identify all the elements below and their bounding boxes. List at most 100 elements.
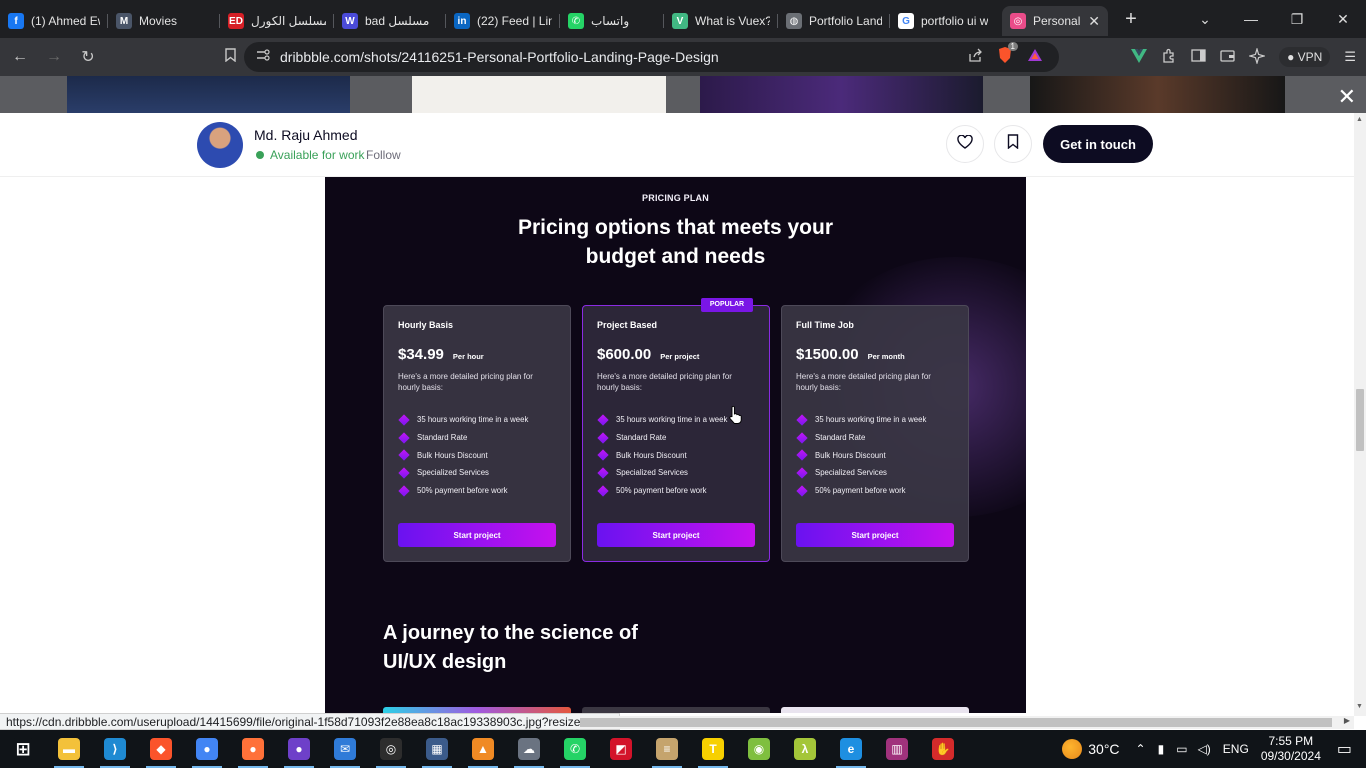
scroll-down-arrow-icon[interactable]: ▼ (1356, 703, 1363, 710)
heading-line: UI/UX design (383, 651, 507, 673)
globe-icon: ◍ (786, 13, 802, 29)
feature-item: Standard Rate (796, 429, 954, 447)
taskbar-winrar-icon[interactable]: ▥ (874, 730, 920, 768)
close-modal-icon[interactable]: ✕ (1338, 84, 1356, 110)
taskbar-github-desktop-icon[interactable]: ● (276, 730, 322, 768)
taskbar-firefox-icon[interactable]: ● (230, 730, 276, 768)
background-shot-thumbnail[interactable] (700, 76, 983, 113)
browser-tab[interactable]: Wbad مسلسل (334, 6, 446, 36)
network-icon[interactable]: ▭ (1176, 742, 1187, 756)
vue-devtools-icon[interactable] (1131, 48, 1148, 66)
reload-button[interactable]: ↻ (74, 47, 102, 67)
taskbar-davinci-icon[interactable]: ▦ (414, 730, 460, 768)
menu-icon[interactable]: ☰ (1344, 49, 1356, 65)
avatar[interactable] (197, 122, 243, 168)
forward-button[interactable]: → (40, 48, 68, 66)
feature-text: Bulk Hours Discount (815, 450, 886, 460)
taskbar-amd-icon[interactable]: ◩ (598, 730, 644, 768)
usb-icon[interactable]: ▮ (1158, 742, 1165, 756)
tab-title: (22) Feed | Lin (477, 14, 552, 28)
restore-button[interactable]: ❐ (1274, 11, 1320, 28)
feature-item: Specialized Services (597, 464, 755, 482)
vscode-glyph-icon: ⟩ (104, 738, 126, 760)
taskbar-chrome-icon[interactable]: ● (184, 730, 230, 768)
taskbar-books-icon[interactable]: ≡ (644, 730, 690, 768)
dribbble-icon: ◎ (1010, 13, 1026, 29)
browser-tab[interactable]: ✆ واتساب (560, 6, 664, 36)
browser-tab[interactable]: in (22) Feed | Lin (446, 6, 560, 36)
taskbar-app-cloud-icon[interactable]: ☁ (506, 730, 552, 768)
shot-header: Md. Raju Ahmed Available for work Follow… (0, 113, 1354, 177)
show-hidden-icons-icon[interactable]: ⌃ (1136, 742, 1146, 756)
taskbar-whatsapp-icon[interactable]: ✆ (552, 730, 598, 768)
weather-widget[interactable]: 30°C (1062, 739, 1120, 759)
brave-shields-icon[interactable]: 1 (997, 41, 1018, 69)
clock[interactable]: 7:55 PM 09/30/2024 (1261, 734, 1321, 764)
edge-glyph-icon: e (840, 738, 862, 760)
taskbar-obs-icon[interactable]: ◎ (368, 730, 414, 768)
taskbar-android-studio-icon[interactable]: ◉ (736, 730, 782, 768)
bookmark-icon (1007, 134, 1019, 154)
taskbar-typora-icon[interactable]: T (690, 730, 736, 768)
background-shot-thumbnail[interactable] (1030, 76, 1285, 113)
plan-description: Here's a more detailed pricing plan for … (398, 372, 533, 392)
heart-icon (957, 134, 973, 154)
browser-tab[interactable]: ◍ Portfolio Land (778, 6, 890, 36)
browser-tab[interactable]: f (1) Ahmed Ew (0, 6, 108, 36)
browser-tab[interactable]: V What is Vuex? (664, 6, 778, 36)
diamond-bullet-icon (796, 484, 808, 497)
plan-period: Per month (867, 352, 905, 361)
taskbar-mail-icon[interactable]: ✉ (322, 730, 368, 768)
horizontal-scrollbar[interactable]: ▶ (580, 716, 1354, 729)
leo-ai-icon[interactable] (1247, 46, 1267, 67)
wallet-icon[interactable] (1220, 49, 1235, 65)
volume-icon[interactable]: ◁) (1198, 742, 1211, 756)
start-project-button[interactable]: Start project (398, 523, 556, 547)
taskbar-start-button[interactable]: ⊞ (0, 730, 46, 768)
browser-tab[interactable]: M Movies (108, 6, 220, 36)
browser-tab[interactable]: Gportfolio ui w (890, 6, 1002, 36)
save-button[interactable] (994, 125, 1032, 163)
vpn-button[interactable]: ● VPN (1279, 47, 1331, 67)
scrollbar-thumb[interactable] (1356, 389, 1364, 451)
bookmark-icon[interactable] (216, 47, 244, 67)
brave-rewards-icon[interactable] (1027, 48, 1043, 67)
sidebar-icon[interactable] (1191, 49, 1206, 65)
browser-tab[interactable]: ED مسلسل الكورل (220, 6, 334, 36)
designer-name[interactable]: Md. Raju Ahmed (254, 127, 358, 143)
taskbar-vlc-icon[interactable]: ▲ (460, 730, 506, 768)
taskbar-file-explorer-icon[interactable]: ▬ (46, 730, 92, 768)
close-window-button[interactable]: ✕ (1320, 11, 1366, 28)
like-button[interactable] (946, 125, 984, 163)
background-shot-thumbnail[interactable] (67, 76, 350, 113)
follow-link[interactable]: Follow (366, 148, 401, 162)
plan-price: $34.99 (398, 346, 444, 363)
get-in-touch-button[interactable]: Get in touch (1043, 125, 1153, 163)
back-button[interactable]: ← (6, 48, 34, 66)
vertical-scrollbar[interactable]: ▲ ▼ (1354, 113, 1366, 716)
extensions-icon[interactable] (1161, 48, 1177, 67)
share-icon[interactable] (968, 48, 983, 67)
browser-tab[interactable]: ◎ Personal ✕ (1002, 6, 1108, 36)
taskbar-lambda-icon[interactable]: λ (782, 730, 828, 768)
start-project-button[interactable]: Start project (796, 523, 954, 547)
taskbar-edge-icon[interactable]: e (828, 730, 874, 768)
chrome-glyph-icon: ● (196, 738, 218, 760)
scroll-right-arrow-icon[interactable]: ▶ (1344, 716, 1350, 725)
minimize-button[interactable]: — (1228, 11, 1274, 27)
taskbar-hand-app-icon[interactable]: ✋ (920, 730, 966, 768)
scrollbar-thumb[interactable] (580, 718, 1332, 727)
scroll-up-arrow-icon[interactable]: ▲ (1356, 116, 1363, 123)
start-project-button[interactable]: Start project (597, 523, 755, 547)
notifications-icon[interactable]: ▭ (1337, 739, 1352, 759)
tab-search-icon[interactable]: ⌄ (1182, 11, 1228, 28)
language-indicator[interactable]: ENG (1223, 742, 1249, 756)
new-tab-button[interactable]: + (1116, 8, 1146, 31)
taskbar-brave-icon[interactable]: ◆ (138, 730, 184, 768)
google-icon: G (898, 13, 914, 29)
background-shot-thumbnail[interactable] (412, 76, 666, 113)
close-tab-icon[interactable]: ✕ (1082, 13, 1100, 30)
taskbar-vscode-icon[interactable]: ⟩ (92, 730, 138, 768)
site-info-icon[interactable] (256, 48, 270, 66)
url-field[interactable]: dribbble.com/shots/24116251-Personal-Por… (244, 41, 1059, 72)
